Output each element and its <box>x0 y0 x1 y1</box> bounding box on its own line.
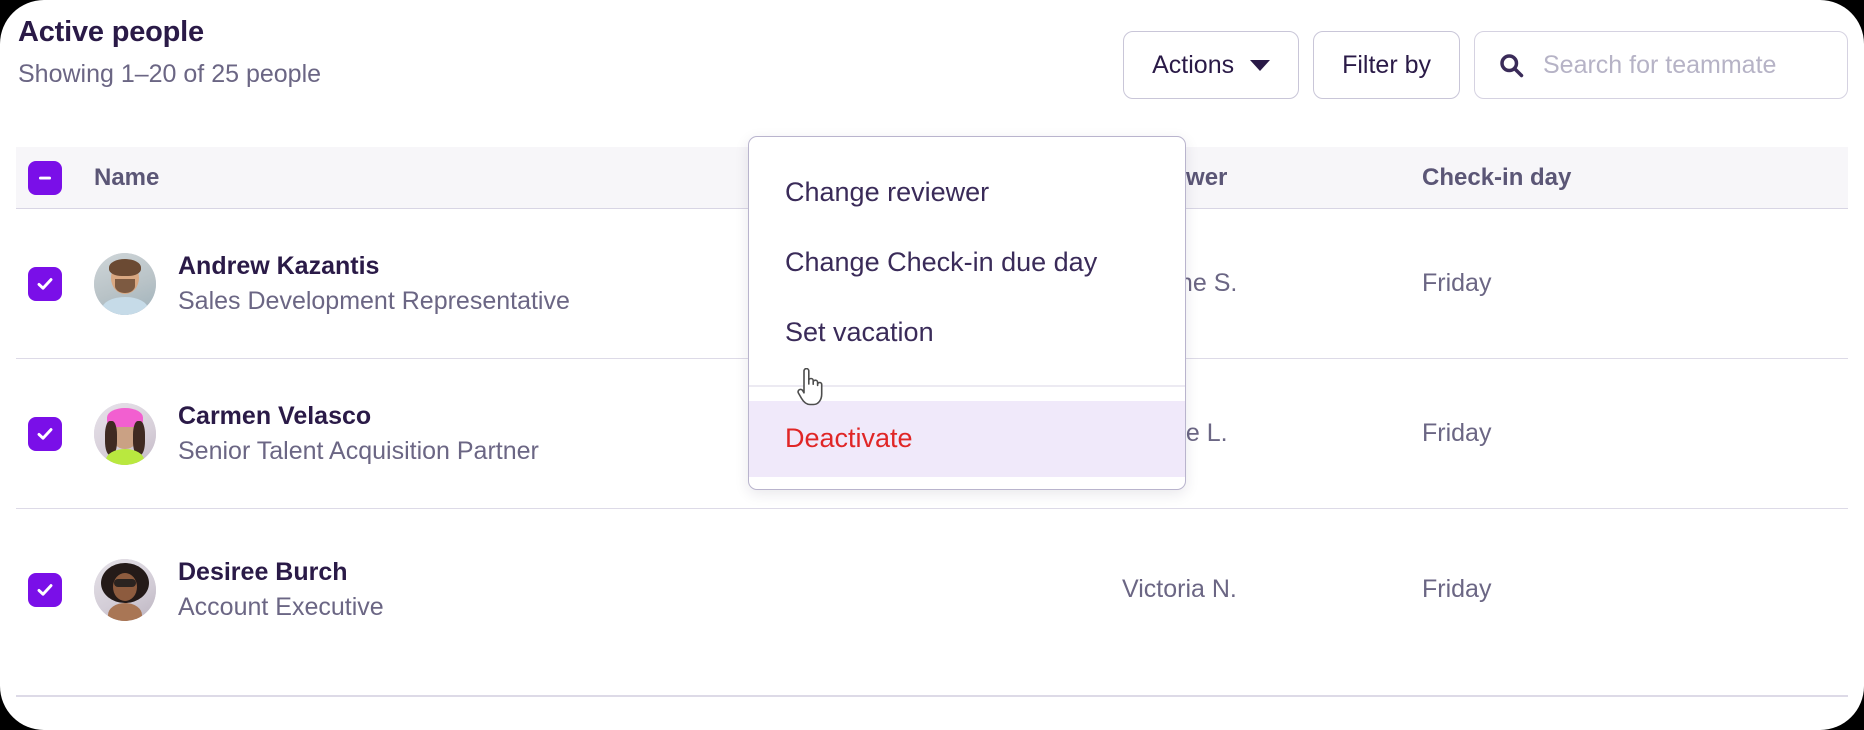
person-role: Sales Development Representative <box>178 286 570 315</box>
avatar <box>94 252 156 315</box>
menu-divider <box>749 385 1185 387</box>
row-checkbox-cell <box>16 572 72 607</box>
checkin-day-cell: Friday <box>1422 575 1742 604</box>
actions-button-label: Actions <box>1152 50 1235 79</box>
row-checkbox[interactable] <box>28 266 62 301</box>
page-subtitle: Showing 1–20 of 25 people <box>18 60 322 89</box>
chevron-down-icon <box>1250 59 1271 71</box>
row-checkbox-cell <box>16 416 72 451</box>
menu-item-deactivate[interactable]: Deactivate <box>749 400 1185 477</box>
filter-by-button-label: Filter by <box>1342 50 1431 79</box>
page-header: Active people Showing 1–20 of 25 people … <box>0 0 1864 140</box>
actions-button[interactable]: Actions <box>1123 31 1300 99</box>
search-icon <box>1497 51 1525 79</box>
actions-dropdown-menu: Change reviewer Change Check-in due day … <box>748 136 1186 490</box>
row-checkbox-cell <box>16 266 72 301</box>
checkin-day-cell: Friday <box>1422 419 1742 448</box>
person-text: Andrew Kazantis Sales Development Repres… <box>178 253 570 314</box>
minus-icon <box>39 176 51 179</box>
person-name: Andrew Kazantis <box>178 252 380 281</box>
menu-item-label: Deactivate <box>785 423 913 453</box>
page-title: Active people <box>18 16 204 48</box>
avatar <box>94 558 156 621</box>
row-checkbox[interactable] <box>28 572 62 607</box>
check-icon <box>37 427 53 440</box>
menu-item-change-checkin-due-day[interactable]: Change Check-in due day <box>749 227 1185 297</box>
person-name: Desiree Burch <box>178 558 348 587</box>
checkin-day-cell: Friday <box>1422 269 1742 298</box>
avatar <box>94 402 156 465</box>
menu-item-label: Change Check-in due day <box>785 246 1098 277</box>
reviewer-cell: Victoria N. <box>1122 575 1422 604</box>
search-input-placeholder: Search for teammate <box>1543 50 1777 79</box>
checkin-day-value: Friday <box>1422 575 1492 603</box>
column-header-checkin-day[interactable]: Check-in day <box>1422 164 1742 192</box>
person-role: Senior Talent Acquisition Partner <box>178 436 539 465</box>
table-row[interactable]: Desiree Burch Account Executive Victoria… <box>16 484 1848 696</box>
search-input[interactable]: Search for teammate <box>1474 31 1848 99</box>
person-text: Desiree Burch Account Executive <box>178 559 384 620</box>
reviewer-value: Victoria N. <box>1122 575 1237 603</box>
row-checkbox[interactable] <box>28 416 62 451</box>
header-controls: Actions Filter by Search for teammate <box>1123 31 1848 99</box>
title-block: Active people Showing 1–20 of 25 people <box>18 16 321 89</box>
checkin-day-value: Friday <box>1422 269 1492 297</box>
menu-item-change-reviewer[interactable]: Change reviewer <box>749 157 1185 227</box>
select-all-checkbox[interactable] <box>28 160 62 195</box>
check-icon <box>37 583 53 596</box>
checkin-day-value: Friday <box>1422 419 1492 447</box>
check-icon <box>37 277 53 290</box>
person-role: Account Executive <box>178 592 384 621</box>
menu-item-label: Set vacation <box>785 316 934 347</box>
menu-item-label: Change reviewer <box>785 176 990 207</box>
person-text: Carmen Velasco Senior Talent Acquisition… <box>178 403 539 464</box>
person-cell: Desiree Burch Account Executive <box>72 558 1122 621</box>
person-name: Carmen Velasco <box>178 402 372 431</box>
active-people-card: Active people Showing 1–20 of 25 people … <box>0 0 1864 730</box>
menu-item-set-vacation[interactable]: Set vacation <box>749 297 1185 367</box>
select-all-checkbox-cell <box>16 160 72 195</box>
filter-by-button[interactable]: Filter by <box>1313 31 1460 99</box>
table-bottom-divider <box>16 695 1848 697</box>
